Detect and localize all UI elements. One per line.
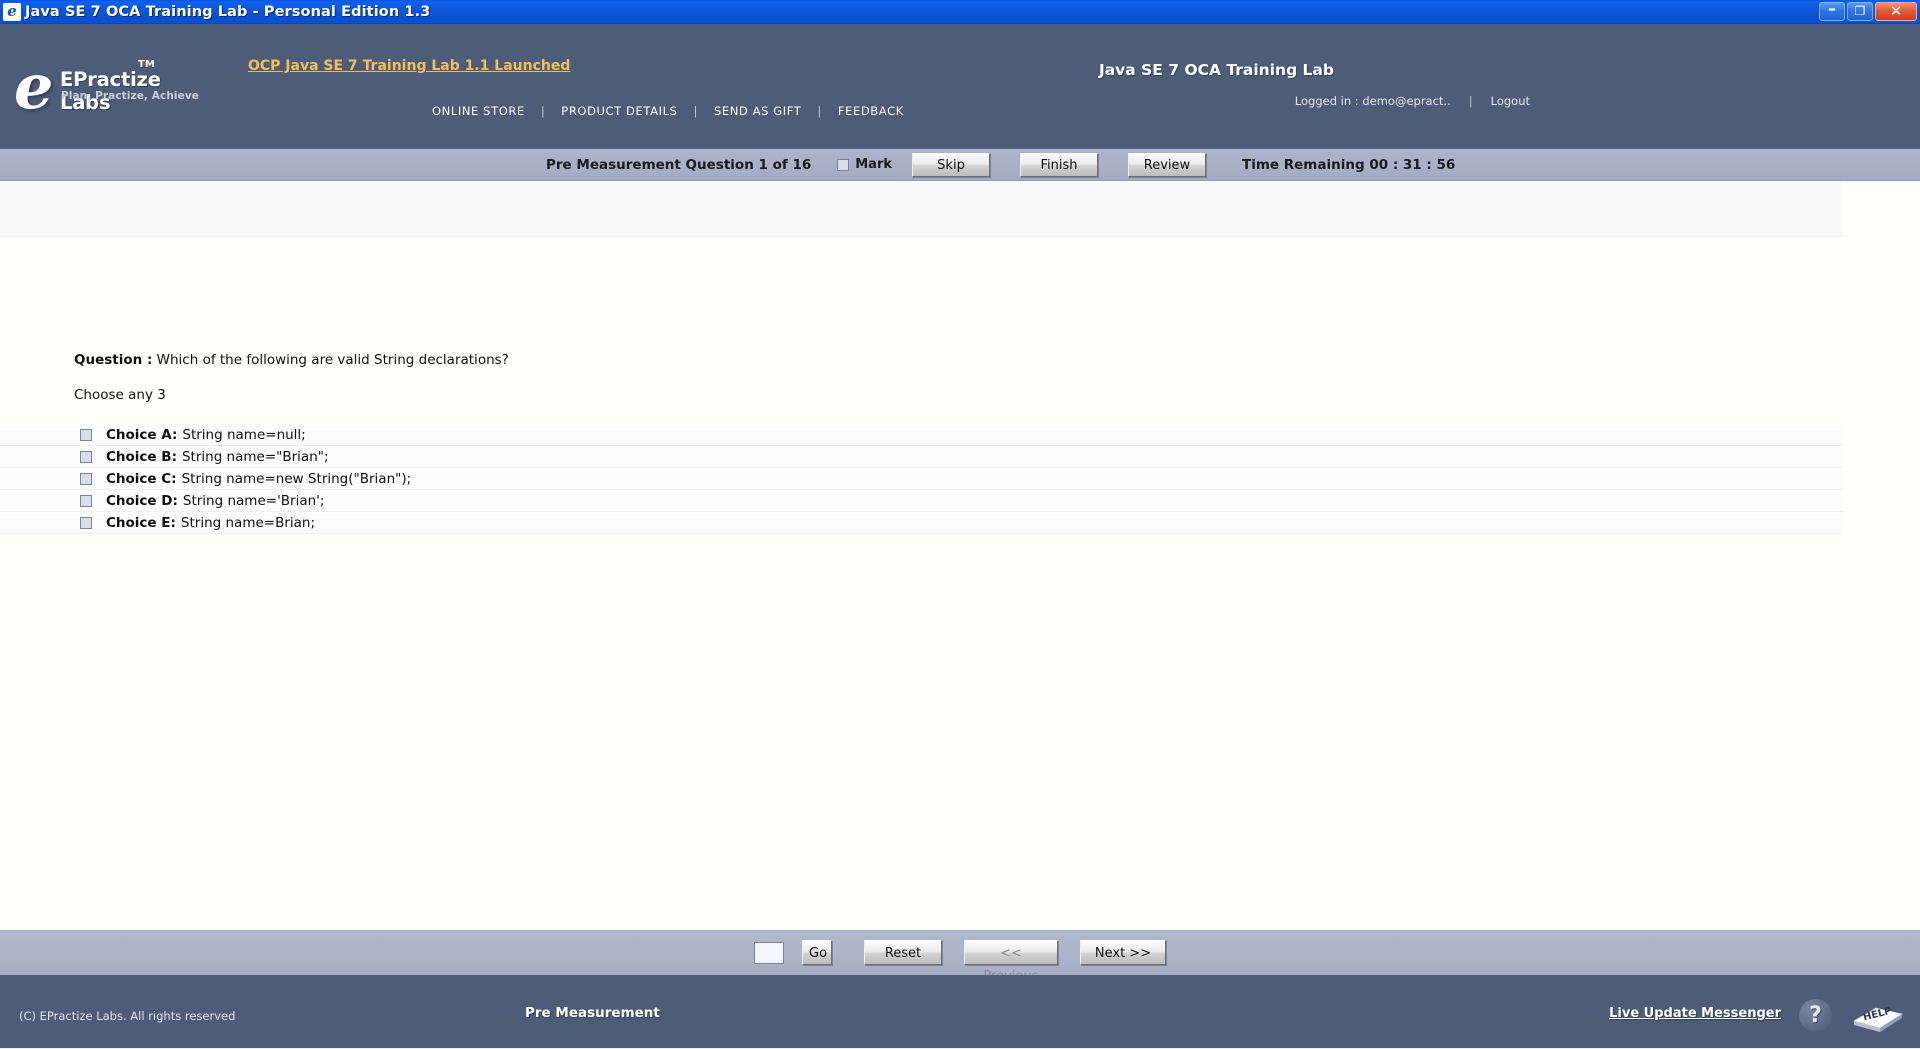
choice-e-text: String name=Brian; <box>180 515 316 531</box>
mark-question-group[interactable]: Mark <box>837 157 892 172</box>
choice-a-checkbox[interactable] <box>80 429 92 441</box>
help-question-glyph: ? <box>1809 1003 1822 1028</box>
window-title: Java SE 7 OCA Training Lab - Personal Ed… <box>25 3 431 20</box>
header-nav: ONLINE STORE | PRODUCT DETAILS | SEND AS… <box>432 104 904 118</box>
nav-separator-3: | <box>817 104 822 118</box>
finish-button[interactable]: Finish <box>1020 152 1098 177</box>
choice-row-e[interactable]: Choice E: String name=Brian; <box>0 512 1843 534</box>
nav-product-details[interactable]: PRODUCT DETAILS <box>561 104 677 118</box>
time-remaining: Time Remaining 00 : 31 : 56 <box>1242 156 1456 173</box>
question-navigation-bar: Go Reset << Previous Next >> <box>0 929 1920 984</box>
brand-e-icon: e <box>14 50 54 123</box>
logout-link[interactable]: Logout <box>1491 94 1530 108</box>
help-book-icon[interactable]: HELP <box>1850 997 1906 1035</box>
choice-row-c[interactable]: Choice C: String name=new String("Brian"… <box>0 468 1843 490</box>
go-button[interactable]: Go <box>802 940 832 965</box>
choice-a-text: String name=null; <box>182 427 306 443</box>
mark-label: Mark <box>855 157 892 172</box>
minimize-icon[interactable]: – <box>1819 0 1845 21</box>
choice-b-checkbox[interactable] <box>80 451 92 463</box>
choice-b-text: String name="Brian"; <box>181 449 329 465</box>
close-icon[interactable]: ✕ <box>1875 2 1917 21</box>
question-prompt-text: Which of the following are valid String … <box>156 352 509 368</box>
window-titlebar: e Java SE 7 OCA Training Lab - Personal … <box>0 0 1920 24</box>
login-status-bar: Logged in : demo@epract.. | Logout <box>1295 94 1530 108</box>
question-prompt-band <box>0 181 1843 237</box>
mark-checkbox[interactable] <box>837 158 850 171</box>
choice-b-label: Choice B: <box>106 449 177 465</box>
trademark-symbol: TM <box>138 59 155 70</box>
app-e-logo-icon: e <box>3 2 21 21</box>
copyright-text: (C) EPractize Labs. All rights reserved <box>19 1009 236 1023</box>
nav-feedback[interactable]: FEEDBACK <box>838 104 904 118</box>
window-controls: – ❐ ✕ <box>1819 0 1917 21</box>
question-prompt-label: Question : <box>74 352 153 368</box>
exam-phase-label: Pre Measurement <box>525 1005 660 1021</box>
question-content-area: Question : Which of the following are va… <box>0 181 1920 929</box>
maximize-icon[interactable]: ❐ <box>1847 2 1873 21</box>
choice-e-checkbox[interactable] <box>80 517 92 529</box>
nav-separator-1: | <box>540 104 546 118</box>
login-separator: | <box>1468 94 1473 108</box>
logged-in-user: Logged in : demo@epract.. <box>1294 94 1451 108</box>
choice-e-label: Choice E: <box>106 515 176 531</box>
previous-button[interactable]: << Previous <box>964 940 1058 984</box>
skip-button[interactable]: Skip <box>912 152 990 177</box>
question-prompt: Question : Which of the following are va… <box>74 352 509 368</box>
close-glyph: ✕ <box>1889 2 1903 20</box>
question-progress-label: Pre Measurement Question 1 of 16 <box>546 156 812 173</box>
choice-row-a[interactable]: Choice A: String name=null; <box>0 424 1843 446</box>
help-question-icon[interactable]: ? <box>1799 999 1832 1032</box>
choice-a-label: Choice A: <box>106 427 178 443</box>
nav-online-store[interactable]: ONLINE STORE <box>432 104 525 118</box>
review-button[interactable]: Review <box>1128 152 1206 177</box>
site-header: e EPractize Labs TM Plan, Practize, Achi… <box>0 24 1920 149</box>
choose-instruction: Choose any 3 <box>74 387 166 403</box>
product-title: Java SE 7 OCA Training Lab <box>1098 61 1334 79</box>
minimize-glyph: – <box>1828 0 1836 18</box>
maximize-glyph: ❐ <box>1854 4 1866 18</box>
live-update-messenger-link[interactable]: Live Update Messenger <box>1609 1006 1781 1021</box>
brand-tagline: Plan, Practize, Achieve <box>61 90 199 102</box>
next-button[interactable]: Next >> <box>1080 940 1166 965</box>
question-toolbar: Pre Measurement Question 1 of 16 Mark Sk… <box>0 149 1920 181</box>
nav-separator-2: | <box>693 104 698 118</box>
promo-link[interactable]: OCP Java SE 7 Training Lab 1.1 Launched <box>248 58 570 74</box>
choice-d-label: Choice D: <box>106 493 178 509</box>
choice-c-checkbox[interactable] <box>80 473 92 485</box>
choice-c-text: String name=new String("Brian"); <box>181 471 412 487</box>
nav-send-as-gift[interactable]: SEND AS GIFT <box>714 104 801 118</box>
brand-logo[interactable]: e EPractize Labs TM Plan, Practize, Achi… <box>14 56 214 118</box>
choice-d-checkbox[interactable] <box>80 495 92 507</box>
choice-row-b[interactable]: Choice B: String name="Brian"; <box>0 446 1843 468</box>
choice-list: Choice A: String name=null; Choice B: St… <box>0 424 1843 534</box>
reset-button[interactable]: Reset <box>864 940 942 965</box>
question-number-input[interactable] <box>754 941 784 964</box>
choice-d-text: String name='Brian'; <box>182 493 325 509</box>
help-book-svg: HELP <box>1852 1006 1904 1032</box>
choice-row-d[interactable]: Choice D: String name='Brian'; <box>0 490 1843 512</box>
site-footer: (C) EPractize Labs. All rights reserved … <box>0 975 1920 1048</box>
choice-c-label: Choice C: <box>106 471 177 487</box>
